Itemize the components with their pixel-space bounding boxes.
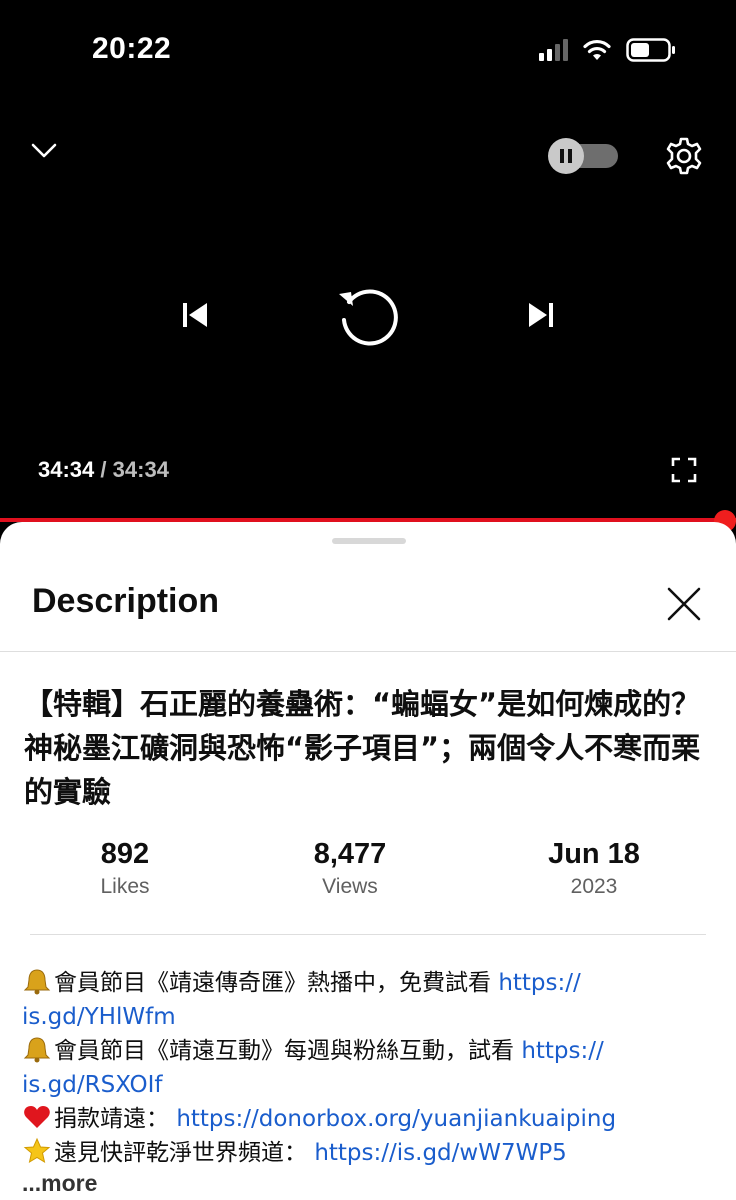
- description-link[interactable]: https://donorbox.org/yuanjiankuaiping: [176, 1106, 616, 1132]
- replay-icon[interactable]: [328, 276, 408, 356]
- date-stat: Jun 18 2023: [524, 838, 664, 899]
- heart-emoji-icon: [24, 1106, 50, 1128]
- description-link[interactable]: https://: [521, 1038, 603, 1064]
- sheet-header: Description: [0, 566, 736, 652]
- star-emoji-icon: [23, 1137, 51, 1164]
- status-bar-time: 20:22: [92, 32, 172, 65]
- description-line: 捐款靖遠： https://donorbox.org/yuanjiankuaip…: [22, 1102, 722, 1136]
- bell-emoji-icon: [23, 1037, 51, 1063]
- description-text: 會員節目《靖遠傳奇匯》熱播中，免費試看 https:// is.gd/YHlWf…: [22, 966, 722, 1170]
- autoplay-toggle[interactable]: [548, 138, 618, 174]
- playback-time: 34:34 / 34:34: [38, 457, 169, 483]
- date-month-day: Jun 18: [548, 838, 640, 870]
- bell-emoji-icon: [23, 969, 51, 995]
- views-label: Views: [322, 875, 378, 898]
- divider: [30, 934, 706, 935]
- settings-gear-icon[interactable]: [662, 134, 706, 178]
- cellular-signal-icon: [539, 39, 568, 61]
- video-stats: 892 Likes 8,477 Views Jun 18 2023: [24, 838, 710, 910]
- minimize-chevron-down-icon[interactable]: [26, 136, 62, 166]
- date-year: 2023: [570, 875, 618, 898]
- battery-icon: [626, 38, 675, 62]
- fullscreen-icon[interactable]: [666, 452, 702, 488]
- drag-handle[interactable]: [332, 538, 406, 544]
- description-sheet: Description 【特輯】石正麗的養蠱術：“蝙蝠女”是如何煉成的？神秘墨江…: [0, 522, 736, 1200]
- likes-count: 892: [100, 838, 150, 870]
- status-bar-icons: [539, 38, 676, 62]
- description-link[interactable]: is.gd/YHlWfm: [22, 1004, 176, 1030]
- duration: 34:34: [112, 457, 169, 482]
- description-line: 會員節目《靖遠互動》每週與粉絲互動，試看 https://: [22, 1034, 722, 1068]
- previous-video-icon[interactable]: [170, 292, 220, 338]
- description-link[interactable]: is.gd/RSXOIf: [22, 1072, 162, 1098]
- likes-stat: 892 Likes: [70, 838, 180, 899]
- next-video-icon[interactable]: [516, 292, 566, 338]
- description-line: 會員節目《靖遠傳奇匯》熱播中，免費試看 https://: [22, 966, 722, 1000]
- wifi-icon: [583, 39, 611, 60]
- time-separator: /: [100, 457, 107, 482]
- description-link[interactable]: https://is.gd/wW7WP5: [314, 1140, 567, 1166]
- views-stat: 8,477 Views: [280, 838, 420, 899]
- likes-label: Likes: [100, 875, 150, 898]
- views-count: 8,477: [313, 838, 387, 870]
- current-time: 34:34: [38, 457, 95, 482]
- video-player[interactable]: 20:22 34:34 / 34:34: [0, 0, 736, 522]
- pause-icon: [548, 138, 584, 174]
- close-icon[interactable]: [662, 582, 706, 626]
- description-line: 遠見快評乾淨世界頻道： https://is.gd/wW7WP5: [22, 1136, 722, 1170]
- sheet-title: Description: [32, 582, 220, 620]
- description-link[interactable]: https://: [498, 970, 580, 996]
- video-title: 【特輯】石正麗的養蠱術：“蝙蝠女”是如何煉成的？神秘墨江礦洞與恐怖“影子項目”；…: [24, 687, 701, 809]
- more-button[interactable]: ...more: [22, 1170, 97, 1197]
